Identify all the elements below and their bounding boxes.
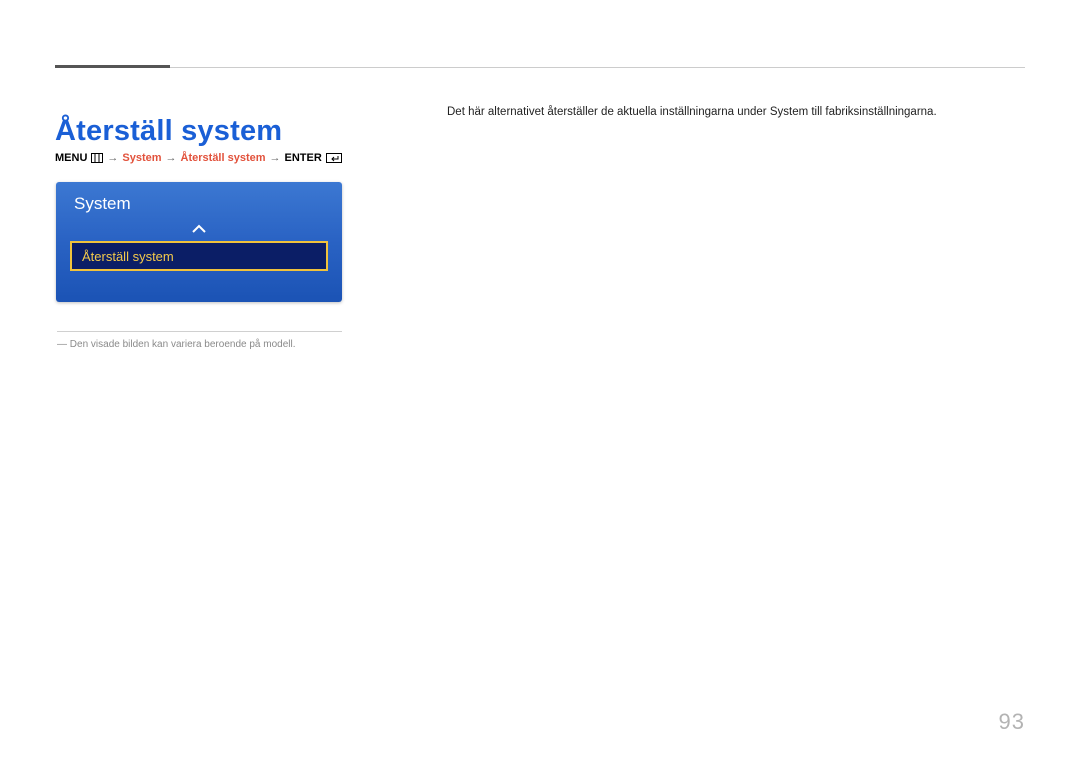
arrow-right-icon: → — [270, 152, 281, 164]
page-title: Återställ system — [55, 115, 282, 148]
menu-panel-title: System — [74, 194, 131, 214]
menu-box-icon — [91, 153, 103, 163]
footnote-divider — [57, 331, 342, 332]
menu-item-reset-system[interactable]: Återställ system — [70, 241, 328, 271]
breadcrumb-enter: ENTER — [285, 152, 322, 164]
breadcrumb-system: System — [122, 152, 161, 164]
footnote-dash: ― — [57, 339, 70, 350]
breadcrumb-reset: Återställ system — [181, 152, 266, 164]
section-mark — [55, 65, 170, 68]
menu-item-label: Återställ system — [82, 249, 174, 264]
footnote: ― Den visade bilden kan variera beroende… — [57, 339, 295, 350]
arrow-right-icon: → — [166, 152, 177, 164]
arrow-right-icon: → — [107, 152, 118, 164]
breadcrumb: MENU → System → Återställ system → ENTER — [55, 152, 342, 164]
enter-icon — [326, 153, 342, 163]
page-number: 93 — [999, 709, 1025, 735]
chevron-up-icon[interactable] — [191, 224, 207, 234]
menu-panel: System Återställ system — [56, 182, 342, 302]
breadcrumb-menu: MENU — [55, 152, 87, 164]
header-divider — [55, 67, 1025, 68]
body-text: Det här alternativet återställer de aktu… — [447, 104, 1020, 121]
footnote-text: Den visade bilden kan variera beroende p… — [70, 339, 296, 350]
